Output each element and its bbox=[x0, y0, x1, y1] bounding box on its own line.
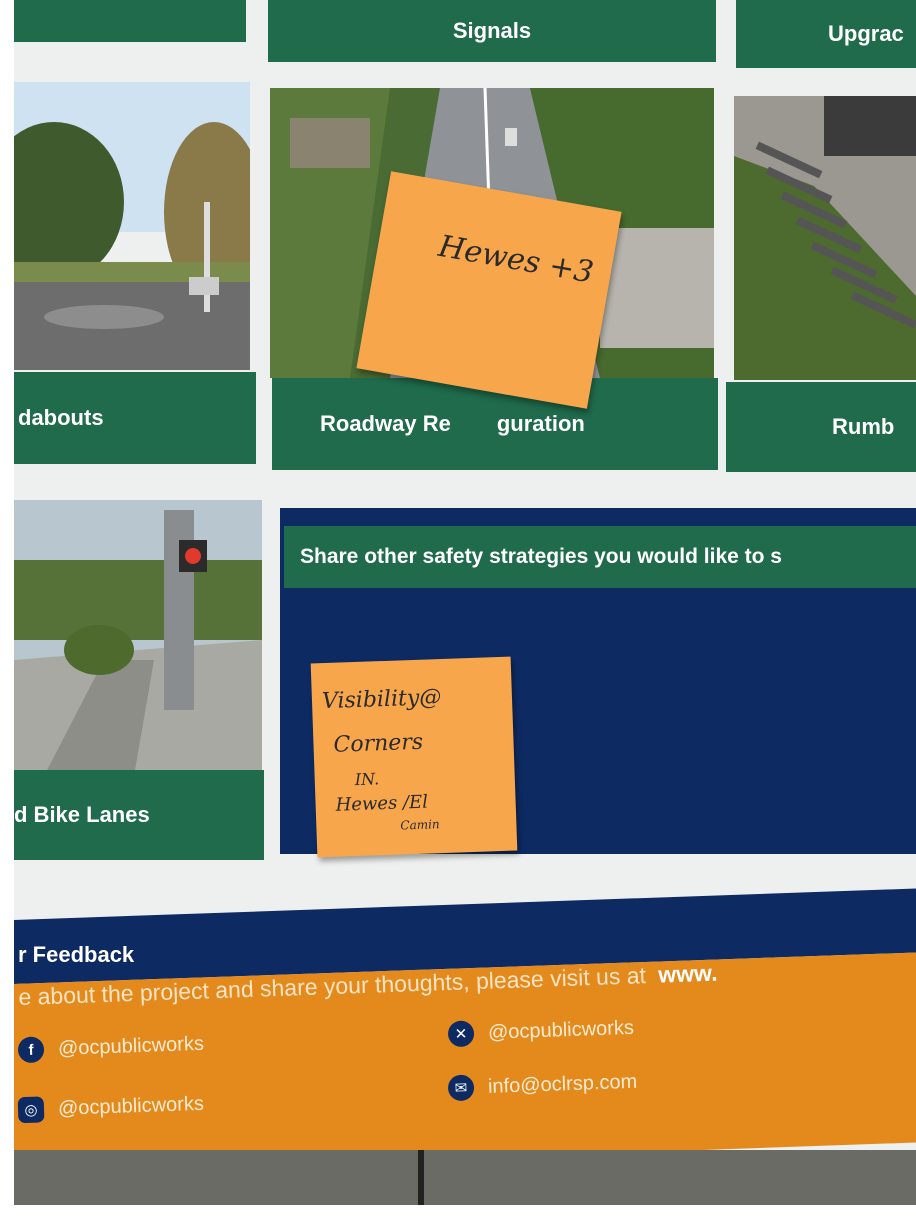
sticky-note: Hewes +3 bbox=[356, 171, 622, 409]
poster-board: Signals Upgrac dabouts Roadway Re gurati… bbox=[14, 0, 916, 1205]
social-handle: @ocpublicworks bbox=[487, 1016, 635, 1044]
social-handle: @ocpublicworks bbox=[57, 1092, 205, 1120]
photo-protected-bike-lanes bbox=[14, 500, 262, 776]
sticky-note: Visibility@ Corners IN. Hewes /El Camin bbox=[310, 656, 518, 858]
tile-label-bike-lanes: d Bike Lanes bbox=[14, 770, 264, 860]
tile-label-text: d Bike Lanes bbox=[14, 802, 150, 827]
photo-roundabout bbox=[14, 82, 250, 370]
sticky-note-text: Hewes /El bbox=[335, 791, 429, 816]
prompt-banner-text: Share other safety strategies you would … bbox=[300, 545, 782, 568]
facebook-icon: f bbox=[17, 1036, 45, 1064]
social-handle: @ocpublicworks bbox=[57, 1032, 205, 1060]
x-icon: ✕ bbox=[447, 1020, 475, 1048]
ground bbox=[14, 1150, 916, 1205]
tile-label-text: Roadway Re bbox=[320, 411, 451, 436]
sticky-note-text: Visibility@ bbox=[321, 685, 442, 715]
sticky-note-text: Camin bbox=[400, 817, 440, 833]
tile-label-text: guration bbox=[496, 411, 585, 436]
instagram-icon: ◎ bbox=[17, 1096, 45, 1124]
tile-label-text: dabouts bbox=[18, 405, 104, 430]
footer-link[interactable]: www. bbox=[658, 960, 718, 988]
tile-label-roundabouts: dabouts bbox=[14, 372, 256, 464]
tile-label-rumble: Rumb bbox=[726, 382, 916, 472]
tile-label-text: Rumb bbox=[832, 414, 895, 439]
prompt-banner: Share other safety strategies you would … bbox=[284, 526, 916, 588]
sticky-note-text: Hewes +3 bbox=[435, 228, 597, 291]
tile-label-text: Upgrac bbox=[828, 21, 904, 46]
tile-label-top-left bbox=[14, 0, 246, 42]
tile-label-upgrades: Upgrac bbox=[736, 0, 916, 68]
sticky-note-text: Corners bbox=[333, 729, 424, 758]
social-handle: info@oclrsp.com bbox=[487, 1070, 638, 1098]
email-icon: ✉ bbox=[447, 1074, 475, 1102]
tile-label-text: Signals bbox=[452, 18, 532, 43]
feedback-heading: r Feedback bbox=[18, 942, 135, 967]
photo-rumble-strips bbox=[734, 96, 916, 380]
easel-leg bbox=[418, 1150, 424, 1205]
tile-label-signals: Signals bbox=[268, 0, 716, 62]
sticky-note-text: IN. bbox=[354, 769, 380, 790]
